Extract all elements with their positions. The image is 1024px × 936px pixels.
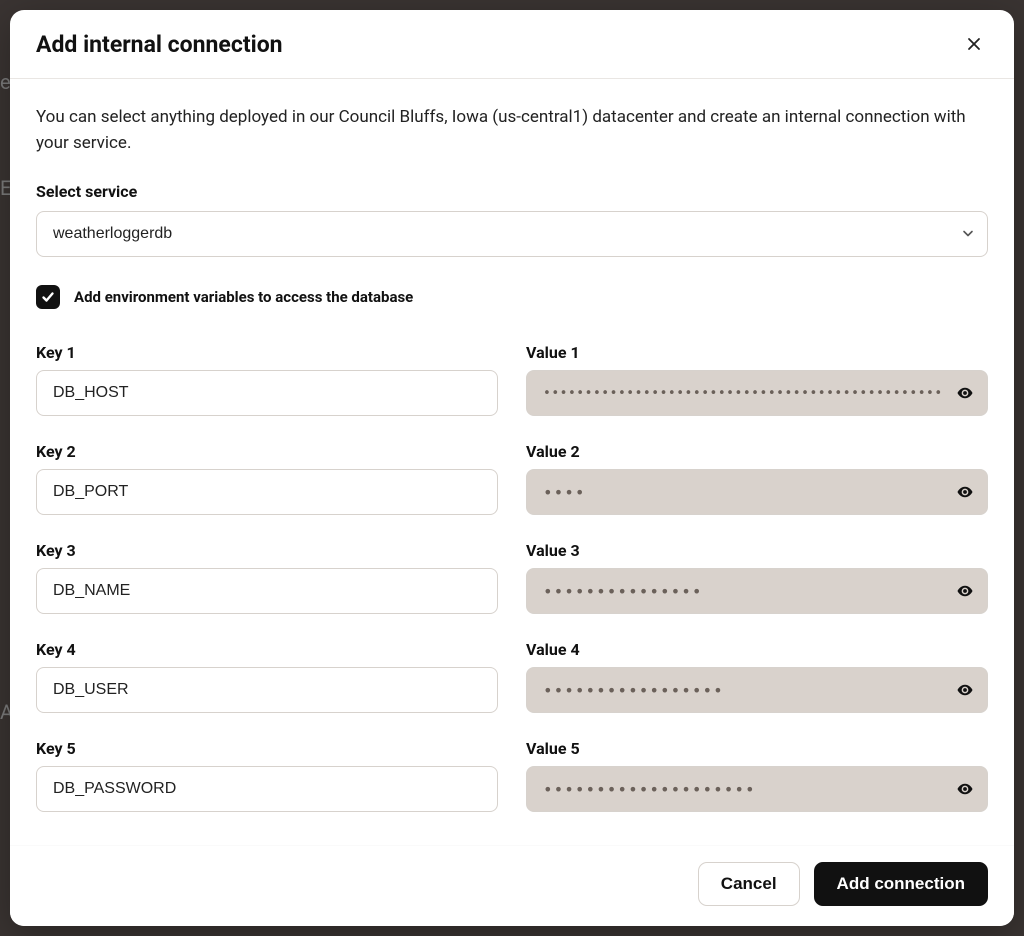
- reveal-value-button[interactable]: [952, 479, 978, 505]
- env-key-label: Key 4: [36, 640, 498, 659]
- env-vars-checkbox-label: Add environment variables to access the …: [74, 288, 413, 306]
- env-key-label: Key 3: [36, 541, 498, 560]
- modal-description: You can select anything deployed in our …: [36, 105, 988, 156]
- env-value-label: Value 4: [526, 640, 988, 659]
- env-key-label: Key 2: [36, 442, 498, 461]
- env-vars-grid: Key 1 Value 1 Key 2 Value 2 Key 3 Value 3 Key …: [36, 343, 988, 812]
- env-key-input[interactable]: [36, 766, 498, 812]
- cancel-button[interactable]: Cancel: [698, 862, 800, 906]
- env-value-label: Value 1: [526, 343, 988, 362]
- env-value-wrap: [526, 667, 988, 713]
- env-key-input[interactable]: [36, 667, 498, 713]
- env-value-label: Value 5: [526, 739, 988, 758]
- env-value-label: Value 2: [526, 442, 988, 461]
- modal-header: Add internal connection: [10, 10, 1014, 79]
- reveal-value-button[interactable]: [952, 380, 978, 406]
- env-value-wrap: [526, 766, 988, 812]
- reveal-value-button[interactable]: [952, 677, 978, 703]
- eye-icon: [956, 681, 974, 699]
- env-value-label: Value 3: [526, 541, 988, 560]
- close-button[interactable]: [960, 30, 988, 58]
- check-icon: [41, 290, 55, 304]
- select-service-wrap: [36, 211, 988, 257]
- close-icon: [966, 36, 982, 52]
- reveal-value-button[interactable]: [952, 578, 978, 604]
- add-connection-button[interactable]: Add connection: [814, 862, 988, 906]
- modal-footer: Cancel Add connection: [10, 845, 1014, 926]
- eye-icon: [956, 780, 974, 798]
- env-value-wrap: [526, 469, 988, 515]
- eye-icon: [956, 483, 974, 501]
- select-service-label: Select service: [36, 182, 988, 201]
- env-value-wrap: [526, 370, 988, 416]
- add-internal-connection-modal: Add internal connection You can select a…: [10, 10, 1014, 926]
- env-key-label: Key 1: [36, 343, 498, 362]
- modal-title: Add internal connection: [36, 31, 283, 58]
- modal-body: You can select anything deployed in our …: [10, 79, 1014, 845]
- env-vars-checkbox[interactable]: [36, 285, 60, 309]
- env-value-wrap: [526, 568, 988, 614]
- env-value-input[interactable]: [526, 667, 988, 713]
- env-key-input[interactable]: [36, 568, 498, 614]
- eye-icon: [956, 582, 974, 600]
- env-value-input[interactable]: [526, 568, 988, 614]
- env-value-input[interactable]: [526, 469, 988, 515]
- env-key-input[interactable]: [36, 469, 498, 515]
- select-service-dropdown[interactable]: [36, 211, 988, 257]
- eye-icon: [956, 384, 974, 402]
- env-key-label: Key 5: [36, 739, 498, 758]
- env-vars-checkbox-row: Add environment variables to access the …: [36, 285, 988, 309]
- env-value-input[interactable]: [526, 370, 988, 416]
- reveal-value-button[interactable]: [952, 776, 978, 802]
- env-value-input[interactable]: [526, 766, 988, 812]
- env-key-input[interactable]: [36, 370, 498, 416]
